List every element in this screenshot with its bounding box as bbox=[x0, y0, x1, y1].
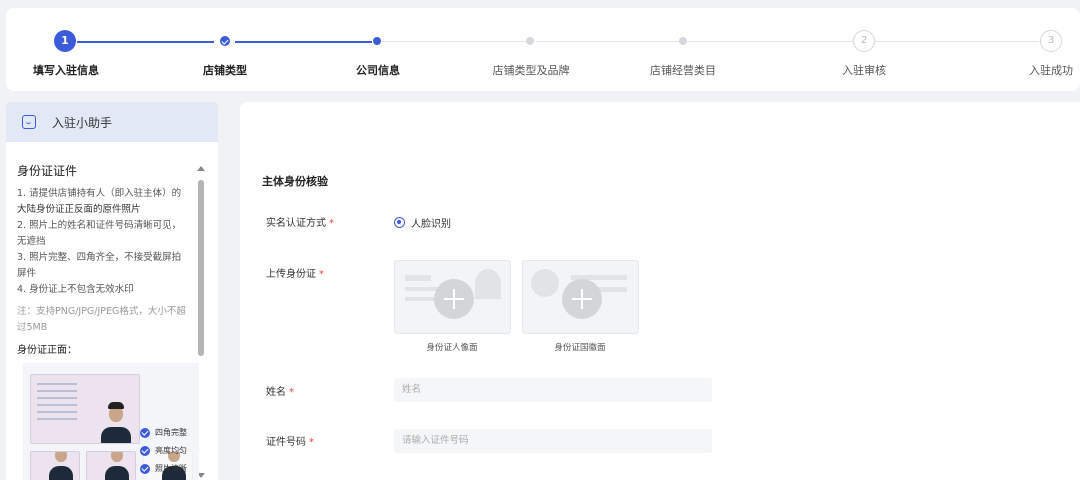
step-connector bbox=[535, 41, 679, 42]
onboarding-helper-panel: 入驻小助手 身份证证件 1. 请提供店铺持有人（即入驻主体）的 大陆身份证正反面… bbox=[6, 102, 218, 480]
step-2-indicator: 2 bbox=[853, 30, 875, 52]
step-connector bbox=[235, 41, 372, 43]
id-number-input[interactable] bbox=[394, 429, 712, 453]
helper-content: 身份证证件 1. 请提供店铺持有人（即入驻主体）的 大陆身份证正反面的原件照片 … bbox=[6, 142, 218, 480]
check-item: 四角完整 bbox=[140, 427, 187, 438]
helper-tips: 1. 请提供店铺持有人（即入驻主体）的 大陆身份证正反面的原件照片 2. 照片上… bbox=[17, 186, 193, 298]
format-note: 注：支持PNG/JPG/JPEG格式，大小不超过5MB bbox=[17, 306, 186, 333]
verify-method-label: 实名认证方式 * bbox=[266, 218, 334, 229]
check-item: 照片清晰 bbox=[140, 463, 187, 474]
step-pending-indicator bbox=[679, 37, 687, 45]
step-connector bbox=[382, 41, 526, 42]
id-card-sample-image bbox=[30, 374, 140, 444]
scrollbar-thumb[interactable] bbox=[198, 180, 204, 356]
section-title: 主体身份核验 bbox=[262, 175, 328, 188]
id-number-label: 证件号码 * bbox=[266, 437, 314, 448]
step-connector bbox=[875, 41, 1039, 42]
name-label: 姓名 * bbox=[266, 387, 294, 398]
check-circle-icon bbox=[140, 445, 150, 456]
id-card-bad-sample-image bbox=[30, 451, 80, 480]
helper-section-title: 身份证证件 bbox=[17, 164, 78, 178]
step-pending-indicator bbox=[526, 37, 534, 45]
check-item: 亮度均匀 bbox=[140, 445, 187, 456]
sample-title: 身份证正面： bbox=[17, 345, 77, 356]
assistant-icon bbox=[22, 115, 36, 129]
helper-header[interactable]: 入驻小助手 bbox=[6, 102, 218, 142]
tip-line: 3. 照片完整、四角齐全，不接受截屏拍 bbox=[17, 252, 182, 263]
check-circle-icon bbox=[140, 463, 150, 474]
tip-line: 无遮挡 bbox=[17, 236, 46, 247]
add-photo-icon bbox=[562, 279, 602, 319]
tip-line: 大陆身份证正反面的原件照片 bbox=[17, 204, 141, 215]
step-label: 店铺类型 bbox=[203, 64, 247, 77]
step-current-indicator bbox=[373, 37, 381, 45]
tip-line: 1. 请提供店铺持有人（即入驻主体）的 bbox=[17, 188, 182, 199]
radio-selected-icon bbox=[394, 217, 405, 228]
check-circle-icon bbox=[140, 427, 150, 438]
step-label: 公司信息 bbox=[356, 64, 400, 77]
upload-id-front[interactable] bbox=[394, 260, 511, 334]
step-label: 店铺类型及品牌 bbox=[492, 64, 570, 77]
progress-stepper: 1 2 3 填写入驻信息 店铺类型 公司信息 店铺类型及品牌 店铺经营类目 入驻… bbox=[6, 8, 1080, 91]
id-card-bad-sample-image bbox=[86, 451, 136, 480]
step-label: 填写入驻信息 bbox=[33, 64, 99, 77]
tip-line: 2. 照片上的姓名和证件号码清晰可见， bbox=[17, 220, 182, 231]
tip-line: 4. 身份证上不包含无效水印 bbox=[17, 284, 134, 295]
company-info-form: 主体身份核验 实名认证方式 * 人脸识别 上传身份证 * 身份证人像面 身份证国徽面… bbox=[240, 102, 1080, 480]
step-1-indicator: 1 bbox=[54, 30, 76, 52]
step-connector bbox=[687, 41, 853, 42]
face-recognition-radio[interactable]: 人脸识别 bbox=[394, 215, 451, 230]
upload-id-label: 上传身份证 * bbox=[266, 269, 324, 280]
step-label: 入驻成功 bbox=[1029, 64, 1073, 77]
upload-back-caption: 身份证国徽面 bbox=[554, 343, 606, 353]
tip-line: 屏件 bbox=[17, 268, 37, 279]
scroll-up-arrow-icon[interactable] bbox=[197, 166, 205, 171]
helper-title: 入驻小助手 bbox=[52, 115, 113, 130]
step-label: 入驻审核 bbox=[842, 64, 886, 77]
upload-front-caption: 身份证人像面 bbox=[426, 343, 478, 353]
step-done-check-icon bbox=[220, 36, 230, 46]
upload-id-back[interactable] bbox=[522, 260, 639, 334]
name-input[interactable] bbox=[394, 378, 712, 402]
step-3-indicator: 3 bbox=[1040, 30, 1062, 52]
step-connector bbox=[77, 41, 214, 43]
add-photo-icon bbox=[434, 279, 474, 319]
step-label: 店铺经营类目 bbox=[650, 64, 716, 77]
